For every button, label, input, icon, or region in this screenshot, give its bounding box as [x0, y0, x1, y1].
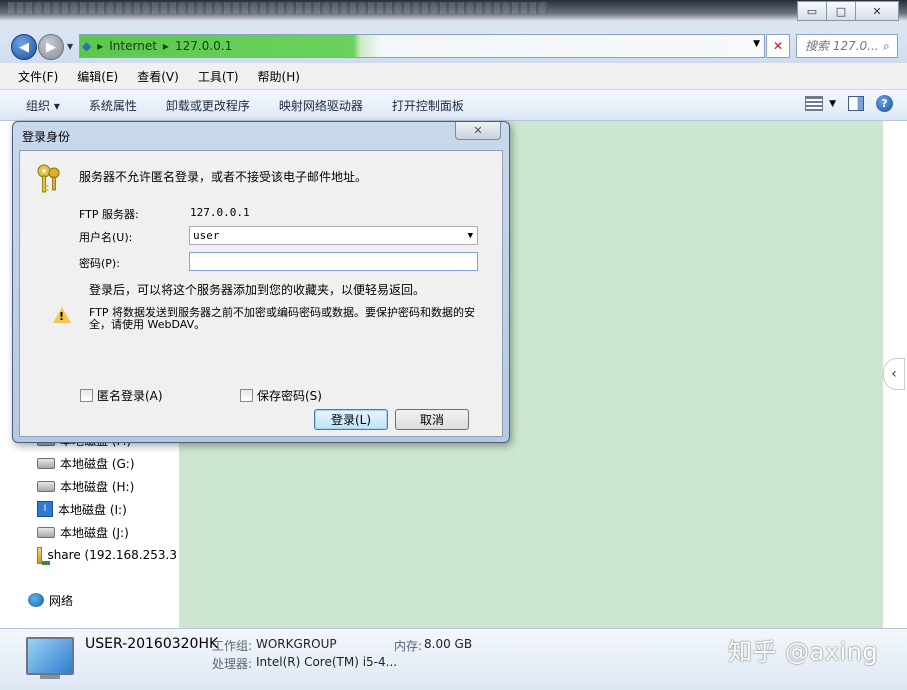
command-bar: 组织 ▾ 系统属性 卸载或更改程序 映射网络驱动器 打开控制面板 ▼ ? — [0, 90, 907, 121]
workgroup-label: 工作组: — [212, 639, 253, 653]
ftp-server-label: FTP 服务器: — [79, 208, 139, 221]
uninstall-program-button[interactable]: 卸载或更改程序 — [152, 97, 265, 114]
nav-item-label: 本地磁盘 (J:) — [60, 525, 129, 540]
computer-icon — [26, 637, 74, 679]
checkbox-label: 保存密码(S) — [257, 389, 322, 403]
network-globe-icon: ◆ — [82, 39, 92, 53]
drive-icon — [37, 480, 55, 492]
chevron-down-icon: ▼ — [829, 98, 836, 109]
breadcrumb-separator-icon: ▸ — [97, 39, 104, 53]
breadcrumb: ◆ ▸ Internet ▸ 127.0.0.1 — [82, 37, 232, 55]
drive-icon — [37, 526, 55, 538]
ftp-server-value: 127.0.0.1 — [190, 206, 250, 219]
username-combo[interactable]: user ▼ — [189, 226, 478, 245]
nav-item-label: 本地磁盘 (H:) — [60, 479, 135, 494]
password-label: 密码(P): — [79, 257, 120, 270]
password-field[interactable] — [189, 252, 478, 271]
share-icon — [37, 546, 52, 565]
nav-item-label: share (192.168.253.3 — [47, 548, 177, 562]
keys-icon — [37, 164, 60, 193]
username-label: 用户名(U): — [79, 231, 133, 244]
system-properties-button[interactable]: 系统属性 — [75, 97, 152, 114]
stop-button[interactable]: ✕ — [766, 34, 790, 58]
forward-button[interactable]: ▶ — [38, 34, 64, 60]
organize-button[interactable]: 组织 ▾ — [0, 97, 75, 114]
open-control-panel-button[interactable]: 打开控制面板 — [378, 97, 479, 114]
recent-pages-dropdown[interactable]: ▼ — [67, 42, 73, 51]
maximize-button[interactable]: □ — [826, 1, 856, 21]
nav-item-drive-i[interactable]: I 本地磁盘 (I:) — [37, 499, 127, 519]
address-bar[interactable]: ◆ ▸ Internet ▸ 127.0.0.1 ▼ — [79, 34, 765, 58]
address-dropdown-icon[interactable]: ▼ — [753, 39, 760, 49]
search-input[interactable] — [797, 38, 883, 54]
preview-pane-icon[interactable] — [848, 96, 864, 111]
address-row: ◀ ▶ ▼ ◆ ▸ Internet ▸ 127.0.0.1 ▼ ✕ ⌕ — [0, 30, 907, 63]
window-titlebar: ▭ □ ✕ — [0, 0, 907, 30]
drive-i-icon: I — [37, 501, 53, 517]
login-button[interactable]: 登录(L) — [314, 409, 388, 430]
arrow-right-icon: ▶ — [46, 39, 56, 55]
computer-name: USER-20160320HK — [85, 636, 219, 652]
breadcrumb-separator-icon: ▸ — [162, 39, 169, 53]
change-view-button[interactable]: ▼ — [805, 96, 836, 111]
help-icon[interactable]: ? — [876, 95, 893, 112]
username-value: user — [193, 229, 220, 242]
watermark-text: 知乎 @axing — [728, 638, 879, 666]
window-controls: ▭ □ ✕ — [797, 1, 899, 21]
chevron-left-icon[interactable]: ‹ — [883, 358, 905, 390]
nav-item-label: 本地磁盘 (G:) — [60, 456, 135, 471]
dialog-body: 服务器不允许匿名登录，或者不接受该电子邮件地址。 FTP 服务器: 127.0.… — [19, 150, 503, 437]
cpu-value: Intel(R) Core(TM) i5-4... — [256, 655, 398, 669]
workgroup-value: WORKGROUP — [256, 637, 337, 651]
drive-icon — [37, 457, 55, 469]
memory-value: 8.00 GB — [424, 637, 473, 651]
nav-item-network[interactable]: 网络 — [28, 590, 73, 610]
nav-item-label: 网络 — [49, 593, 74, 608]
menu-file[interactable]: 文件(F) — [0, 68, 67, 85]
memory-label: 内存: — [394, 639, 423, 653]
menu-help[interactable]: 帮助(H) — [248, 68, 309, 85]
view-controls: ▼ ? — [805, 95, 893, 112]
map-network-drive-button[interactable]: 映射网络驱动器 — [265, 97, 378, 114]
menu-bar: 文件(F) 编辑(E) 查看(V) 工具(T) 帮助(H) — [0, 63, 907, 90]
dialog-title: 登录身份 — [22, 130, 71, 144]
checkbox-label: 匿名登录(A) — [97, 389, 163, 403]
security-warning: FTP 将数据发送到服务器之前不加密或编码密码或数据。要保护密码和数据的安全，请… — [89, 306, 475, 331]
search-box[interactable]: ⌕ — [796, 34, 898, 58]
breadcrumb-internet[interactable]: Internet — [109, 39, 157, 53]
login-dialog: 登录身份 ✕ 服务器不允许匿名登录，或者不接受该电子邮件地址。 FTP 服务器:… — [12, 121, 510, 443]
favorites-note: 登录后，可以将这个服务器添加到您的收藏夹，以便轻易返回。 — [89, 283, 426, 297]
close-button[interactable]: ✕ — [855, 1, 899, 21]
nav-item-drive-j[interactable]: 本地磁盘 (J:) — [37, 522, 129, 542]
views-icon — [805, 96, 824, 111]
network-icon — [28, 593, 44, 607]
checkbox-box[interactable] — [240, 389, 253, 402]
menu-edit[interactable]: 编辑(E) — [67, 68, 127, 85]
nav-item-drive-g[interactable]: 本地磁盘 (G:) — [37, 453, 135, 473]
breadcrumb-host[interactable]: 127.0.0.1 — [175, 39, 232, 53]
anonymous-login-checkbox[interactable]: 匿名登录(A) — [80, 387, 163, 404]
blurred-title-text — [8, 2, 548, 14]
checkbox-box[interactable] — [80, 389, 93, 402]
back-button[interactable]: ◀ — [11, 34, 37, 60]
dialog-message: 服务器不允许匿名登录，或者不接受该电子邮件地址。 — [79, 170, 368, 184]
warning-mark: ! — [59, 310, 65, 323]
dialog-close-button[interactable]: ✕ — [455, 122, 501, 140]
cpu-label: 处理器: — [212, 657, 253, 671]
cancel-button[interactable]: 取消 — [395, 409, 469, 430]
nav-item-share[interactable]: share (192.168.253.3 — [37, 545, 177, 565]
minimize-button[interactable]: ▭ — [797, 1, 827, 21]
nav-item-label: 本地磁盘 (I:) — [58, 502, 127, 517]
arrow-left-icon: ◀ — [19, 39, 29, 55]
menu-tools[interactable]: 工具(T) — [188, 68, 248, 85]
menu-view[interactable]: 查看(V) — [127, 68, 188, 85]
chevron-down-icon[interactable]: ▼ — [468, 231, 473, 241]
save-password-checkbox[interactable]: 保存密码(S) — [240, 387, 322, 404]
stop-icon: ✕ — [772, 39, 784, 53]
nav-item-drive-h[interactable]: 本地磁盘 (H:) — [37, 476, 134, 496]
search-icon[interactable]: ⌕ — [883, 39, 890, 54]
